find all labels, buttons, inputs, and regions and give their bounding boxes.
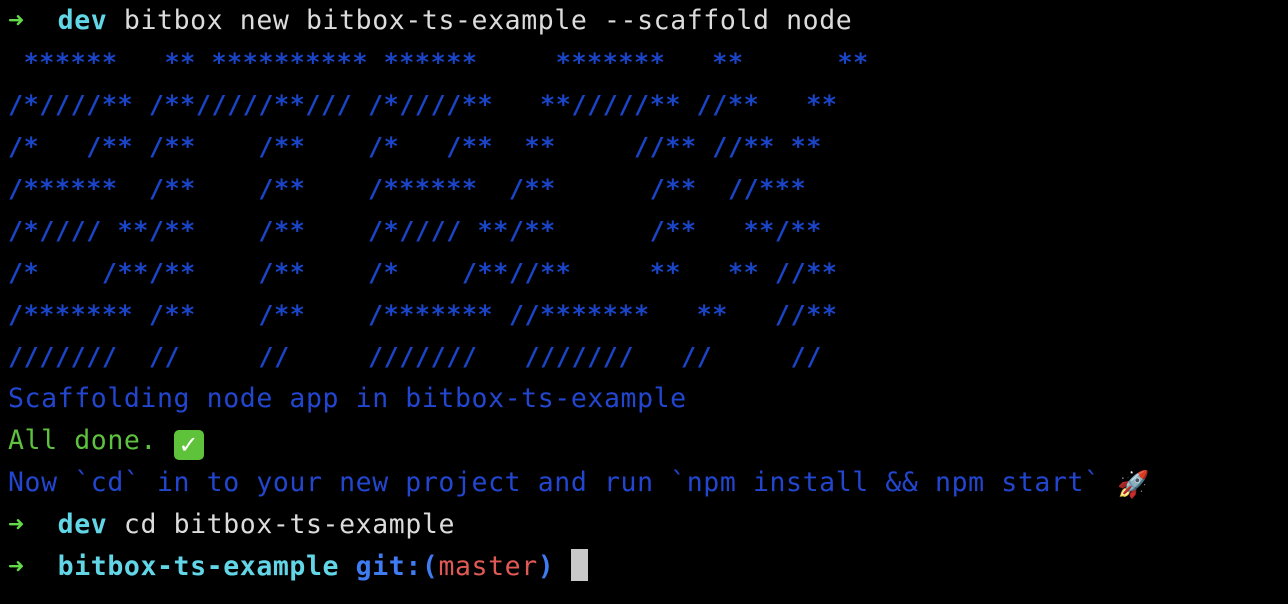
banner-line: /////// // // /////// /////// // //: [8, 342, 822, 371]
command-line-3[interactable]: ➜ bitbox-ts-example git:(master): [8, 546, 1288, 588]
command-line-1: ➜ dev bitbox new bitbox-ts-example --sca…: [8, 0, 1288, 42]
check-mark-icon: ✓: [173, 430, 204, 460]
next-steps-text: Now `cd` in to your new project and run …: [8, 467, 1101, 498]
git-label: git:(: [355, 551, 439, 582]
command-line-2: ➜ dev cd bitbox-ts-example: [8, 504, 1288, 546]
git-label-close: ): [537, 551, 555, 582]
command-text: bitbox new bitbox-ts-example --scaffold …: [123, 5, 853, 36]
done-text: All done.: [8, 425, 157, 456]
next-steps-message: Now `cd` in to your new project and run …: [8, 462, 1288, 504]
done-message: All done. ✓: [8, 420, 1288, 462]
banner-line: ****** ** ********** ****** ******* ** *…: [8, 48, 869, 77]
text-cursor[interactable]: [570, 549, 588, 581]
banner-line: /* /**/** /** /* /**//** ** ** //**: [8, 258, 838, 287]
command-text: cd bitbox-ts-example: [123, 509, 455, 540]
prompt-arrow-icon: ➜: [8, 509, 25, 540]
scaffolding-message: Scaffolding node app in bitbox-ts-exampl…: [8, 383, 687, 414]
rocket-icon: 🚀: [1117, 470, 1151, 500]
banner-line: /****** /** /** /****** /** /** //***: [8, 174, 807, 203]
prompt-arrow-icon: ➜: [8, 551, 25, 582]
prompt-directory: dev: [57, 509, 108, 540]
git-branch: master: [438, 551, 538, 582]
banner-line: /******* /** /** /******* //******* ** /…: [8, 300, 838, 329]
ascii-banner: ****** ** ********** ****** ******* ** *…: [8, 42, 1288, 378]
banner-line: /*//// **/** /** /*//// **/** /** **/**: [8, 216, 822, 245]
prompt-directory: dev: [57, 5, 108, 36]
banner-line: /*////** /**/////**/// /*////** **/////*…: [8, 90, 838, 119]
terminal-window[interactable]: ➜ dev bitbox new bitbox-ts-example --sca…: [0, 0, 1288, 604]
prompt-directory: bitbox-ts-example: [57, 551, 340, 582]
banner-line: /* /** /** /** /* /** ** //** //** **: [8, 132, 822, 161]
prompt-arrow-icon: ➜: [8, 5, 25, 36]
